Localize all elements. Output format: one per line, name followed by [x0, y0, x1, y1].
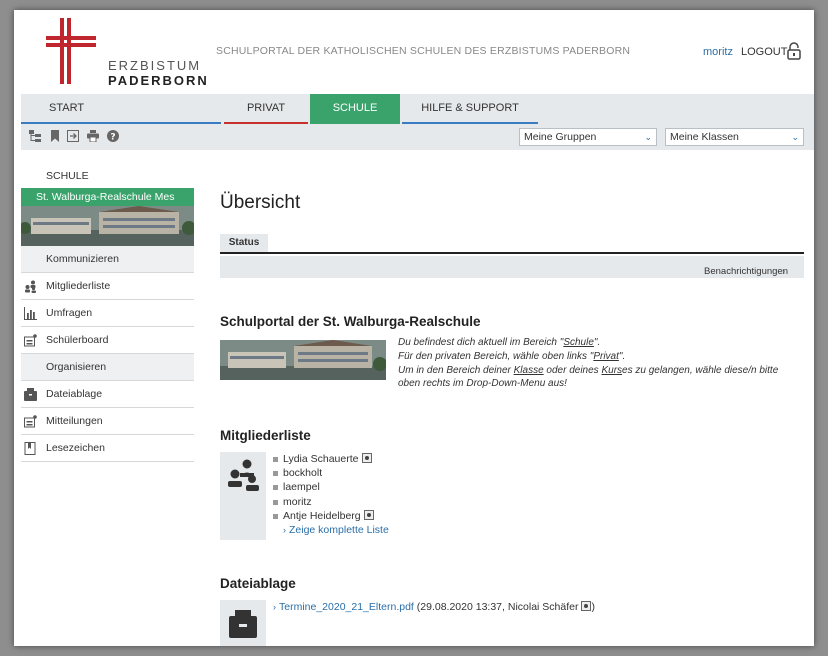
member-name: Lydia Schauerte	[283, 453, 359, 465]
nav-tab-privat[interactable]: PRIVAT	[224, 94, 308, 124]
nav-tab-start[interactable]: START	[21, 94, 221, 124]
messages-icon	[24, 415, 37, 428]
classes-select[interactable]: Meine Klassen ⌄	[665, 128, 804, 146]
bookmark-icon	[24, 442, 36, 455]
lock-icon[interactable]	[787, 42, 801, 60]
logo-text-paderborn: PADERBORN	[108, 73, 209, 88]
logout-link[interactable]: LOGOUT	[741, 46, 787, 58]
sidebar-item-lesezeichen[interactable]: Lesezeichen	[21, 435, 194, 462]
toolbar: ? Meine Gruppen ⌄ Meine Klassen ⌄	[21, 124, 814, 150]
sidebar-title: SCHULE	[46, 170, 89, 182]
sidebar-item-label: Mitteilungen	[46, 415, 103, 427]
sidebar-item-umfragen[interactable]: Umfragen	[21, 300, 194, 327]
file-link[interactable]: Termine_2020_21_Eltern.pdf	[279, 601, 414, 613]
link-privat[interactable]: Privat	[593, 351, 619, 362]
sidebar-section-organisieren: Organisieren	[21, 354, 194, 381]
intro-line-2: Für den privaten Bereich, wähle oben lin…	[398, 350, 626, 362]
school-building-image	[220, 340, 386, 380]
list-item[interactable]: laempel	[273, 480, 389, 494]
sidebar: SCHULE St. Walburga-Realschule Mes Kommu…	[21, 150, 194, 462]
print-icon[interactable]	[87, 130, 99, 142]
board-icon	[24, 334, 37, 347]
list-item[interactable]: Lydia Schauerte	[273, 452, 389, 466]
portal-title: SCHULPORTAL DER KATHOLISCHEN SCHULEN DES…	[216, 45, 631, 57]
member-name: bockholt	[283, 467, 323, 480]
members-heading: Mitgliederliste	[220, 428, 311, 443]
show-all-members-link[interactable]: › Zeige komplette Liste	[273, 523, 389, 537]
show-all-members-label: Zeige komplette Liste	[289, 524, 389, 537]
members-list: Lydia Schauerte bockholt laempel moritz …	[273, 452, 389, 537]
help-icon[interactable]: ?	[107, 130, 119, 142]
member-name: Antje Heidelberg	[283, 509, 361, 522]
screenshot-frame: ERZBISTUM PADERBORN SCHULPORTAL DER KATH…	[0, 0, 828, 656]
link-schule[interactable]: Schule	[563, 337, 594, 348]
site-header: ERZBISTUM PADERBORN SCHULPORTAL DER KATH…	[14, 10, 814, 94]
portal-heading: Schulportal der St. Walburga-Realschule	[220, 314, 481, 329]
profile-icon[interactable]	[361, 453, 372, 463]
groups-select[interactable]: Meine Gruppen ⌄	[519, 128, 657, 146]
member-name: moritz	[283, 495, 312, 508]
file-meta: (29.08.2020 13:37, Nicolai Schäfer	[416, 601, 579, 613]
sidebar-school-name[interactable]: St. Walburga-Realschule Mes	[21, 188, 194, 206]
sitemap-icon[interactable]	[29, 130, 41, 142]
sidebar-item-mitteilungen[interactable]: Mitteilungen	[21, 408, 194, 435]
page-title: Übersicht	[220, 192, 301, 213]
nav-tab-schule[interactable]: SCHULE	[310, 94, 400, 124]
chevron-right-icon: ›	[283, 525, 286, 536]
link-kurs[interactable]: Kurs	[601, 365, 622, 376]
school-building-image	[21, 206, 194, 246]
files-heading: Dateiablage	[220, 576, 296, 591]
chevron-right-icon: ›	[273, 602, 276, 612]
profile-icon[interactable]	[581, 601, 592, 611]
classes-select-value: Meine Klassen	[670, 131, 739, 143]
intro-line-1: Du befindest dich aktuell im Bereich "Sc…	[398, 337, 601, 348]
file-storage-icon	[24, 388, 37, 401]
sidebar-item-schuelerboard[interactable]: Schülerboard	[21, 327, 194, 354]
members-icon	[228, 459, 259, 491]
sidebar-item-mitgliederliste[interactable]: Mitgliederliste	[21, 273, 194, 300]
username-link[interactable]: moritz	[703, 46, 733, 58]
notifications-link-label: Benachrichtigungen	[704, 266, 788, 277]
members-icon-box	[220, 452, 266, 540]
list-item[interactable]: bockholt	[273, 466, 389, 480]
sidebar-item-label: Lesezeichen	[46, 442, 105, 454]
intro-line-3: Um in den Bereich deiner Klasse oder dei…	[398, 364, 779, 376]
profile-icon[interactable]	[363, 509, 374, 520]
export-icon[interactable]	[67, 130, 79, 142]
link-klasse[interactable]: Klasse	[514, 365, 544, 376]
notifications-bar: › Benachrichtigungen	[220, 256, 804, 278]
members-icon	[25, 280, 36, 293]
chevron-down-icon: ⌄	[791, 132, 799, 142]
content-tabs: Status	[220, 234, 804, 254]
groups-select-value: Meine Gruppen	[524, 131, 597, 143]
sidebar-item-label: Umfragen	[46, 307, 93, 319]
erzbistum-logo[interactable]: ERZBISTUM PADERBORN	[46, 18, 207, 88]
sidebar-item-label: Dateiablage	[46, 388, 103, 400]
sidebar-item-label: Schülerboard	[46, 334, 109, 346]
bookmark-icon[interactable]	[49, 130, 61, 142]
intro-text: Du befindest dich aktuell im Bereich "Sc…	[398, 336, 804, 391]
list-item[interactable]: Antje Heidelberg	[273, 509, 389, 523]
chevron-down-icon: ⌄	[644, 132, 652, 142]
logo-text-erzbistum: ERZBISTUM	[108, 58, 202, 73]
list-item[interactable]: moritz	[273, 495, 389, 509]
tab-status[interactable]: Status	[220, 234, 268, 252]
member-name: laempel	[283, 481, 320, 494]
sidebar-section-kommunizieren: Kommunizieren	[21, 246, 194, 273]
nav-tab-hilfe-support[interactable]: HILFE & SUPPORT	[402, 94, 538, 124]
main-navigation: START PRIVAT SCHULE HILFE & SUPPORT	[21, 94, 814, 124]
browser-content: ERZBISTUM PADERBORN SCHULPORTAL DER KATH…	[14, 10, 814, 646]
svg-text:?: ?	[110, 133, 115, 143]
file-storage-icon-box	[220, 600, 266, 646]
file-storage-icon	[229, 610, 257, 638]
intro-line-4: oben rechts im Drop-Down-Menu aus!	[398, 378, 567, 390]
chart-icon	[24, 307, 37, 320]
cross-logo-icon	[46, 18, 96, 84]
sidebar-item-label: Mitgliederliste	[46, 280, 111, 292]
file-entry: › Termine_2020_21_Eltern.pdf (29.08.2020 …	[273, 601, 595, 613]
sidebar-item-dateiablage[interactable]: Dateiablage	[21, 381, 194, 408]
